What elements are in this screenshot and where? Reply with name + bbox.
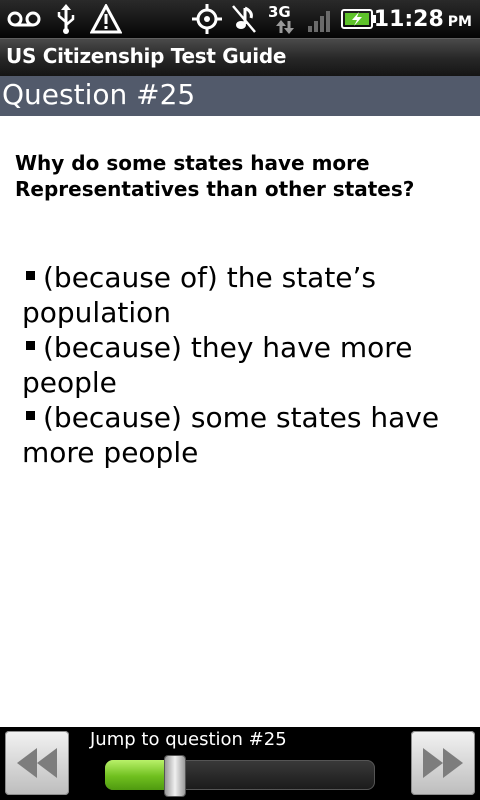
answer-text: (because) they have more people <box>22 331 413 399</box>
warning-icon <box>88 0 124 38</box>
question-header: Question #25 <box>0 76 480 116</box>
answer-item: (because) some states have more people <box>22 400 462 470</box>
usb-icon <box>52 0 80 38</box>
status-clock: 11:28 PM <box>374 0 472 38</box>
answer-item: (because) they have more people <box>22 330 462 400</box>
muted-icon <box>230 0 258 38</box>
bullet-icon <box>26 410 35 420</box>
voicemail-icon <box>4 0 44 38</box>
next-question-button[interactable] <box>411 731 475 795</box>
battery-charging-icon <box>340 0 378 38</box>
question-text: Why do some states have more Representat… <box>15 151 415 201</box>
question-slider-track[interactable] <box>105 760 375 790</box>
answer-item: (because of) the state’s population <box>22 260 462 330</box>
clock-ampm: PM <box>447 14 472 30</box>
answer-text: (because of) the state’s population <box>22 261 377 329</box>
screen: 3G 11:28 PM US Citizenship Test Guide Qu… <box>0 0 480 800</box>
previous-question-button[interactable] <box>5 731 69 795</box>
question-number: Question #25 <box>2 78 196 111</box>
answer-text: (because) some states have more people <box>22 401 440 469</box>
bullet-icon <box>26 340 35 350</box>
clock-time: 11:28 <box>373 6 444 32</box>
status-bar: 3G 11:28 PM <box>0 0 480 38</box>
fast-forward-icon <box>423 748 463 778</box>
gps-icon <box>190 0 224 38</box>
app-title: US Citizenship Test Guide <box>6 44 287 68</box>
bullet-icon <box>26 270 35 280</box>
question-slider-thumb[interactable] <box>165 756 185 796</box>
rewind-icon <box>17 748 57 778</box>
signal-icon <box>306 0 336 38</box>
app-title-bar: US Citizenship Test Guide <box>0 38 480 76</box>
jump-to-question-label: Jump to question #25 <box>90 729 287 750</box>
answer-list: (because of) the state’s population (bec… <box>22 260 462 470</box>
data-arrows-icon <box>274 18 296 36</box>
bottom-navigation-bar: Jump to question #25 <box>0 727 480 800</box>
